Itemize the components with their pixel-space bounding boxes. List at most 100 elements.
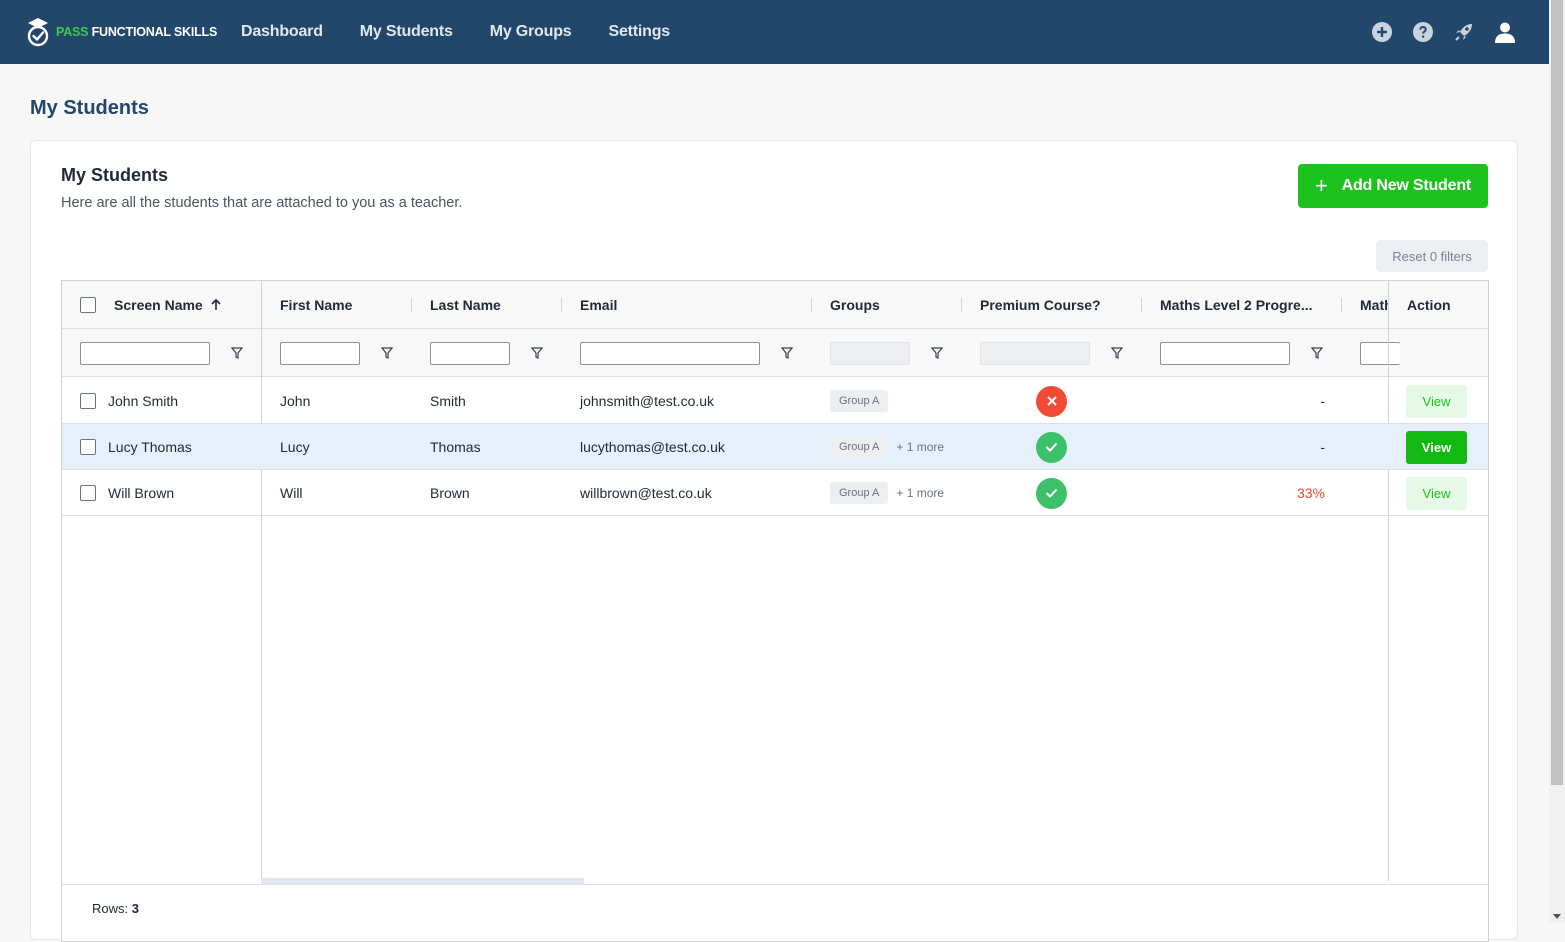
column-separator[interactable] [561, 298, 562, 312]
column-separator[interactable] [411, 298, 412, 312]
filter-icon[interactable] [931, 346, 943, 360]
cell-groups: Group A + 1 more [830, 470, 944, 516]
group-badge: Group A [830, 436, 889, 458]
header-screen-name-label: Screen Name [114, 297, 203, 313]
sort-ascending-icon [211, 299, 221, 310]
cell-premium [1036, 470, 1067, 516]
nav-icon-group [1355, 18, 1519, 46]
view-button[interactable]: View [1406, 430, 1467, 464]
filter-icon[interactable] [781, 346, 793, 360]
cell-first-name: Will [280, 485, 303, 501]
cell-last-name: Smith [430, 393, 466, 409]
check-icon [1036, 477, 1067, 509]
filter-groups-input [830, 342, 910, 365]
top-navbar: PASS FUNCTIONAL SKILLS Dashboard My Stud… [0, 0, 1549, 64]
row-checkbox[interactable] [80, 378, 96, 424]
rocket-icon[interactable] [1450, 18, 1478, 46]
scrollbar-thumb[interactable] [1551, 0, 1563, 785]
cell-last-name: Brown [430, 485, 470, 501]
progress-value: 33% [1296, 485, 1325, 501]
cell-first-name: Lucy [280, 439, 310, 455]
filter-screen-name-input[interactable] [80, 342, 210, 365]
filter-maths-input[interactable] [1360, 342, 1400, 365]
cell-first-name: John [280, 393, 311, 409]
filter-last-name-input[interactable] [430, 342, 510, 365]
add-new-student-button[interactable]: + Add New Student [1298, 164, 1488, 208]
cell-groups: Group A [830, 378, 889, 424]
view-button[interactable]: View [1406, 476, 1467, 510]
filter-icon[interactable] [1111, 346, 1123, 360]
nav-settings[interactable]: Settings [608, 23, 670, 41]
more-groups-link[interactable]: + 1 more [896, 440, 944, 454]
main-nav: Dashboard My Students My Groups Settings [241, 0, 707, 64]
cell-groups: Group A + 1 more [830, 424, 944, 470]
select-all-checkbox[interactable] [80, 281, 96, 329]
filter-email-input[interactable] [580, 342, 760, 365]
cell-action: View [1406, 424, 1467, 470]
column-separator[interactable] [811, 298, 812, 312]
user-icon[interactable] [1491, 18, 1519, 46]
row-count-label: Rows: [92, 901, 129, 916]
row-checkbox[interactable] [80, 424, 96, 470]
column-separator[interactable] [1141, 298, 1142, 312]
pinned-right-divider [1388, 281, 1389, 881]
header-maths-level-2-progress[interactable]: Maths Level 2 Progre... [1160, 281, 1313, 329]
header-premium-course[interactable]: Premium Course? [980, 281, 1101, 329]
page-scrollbar[interactable] [1549, 0, 1565, 923]
header-first-name[interactable]: First Name [280, 281, 352, 329]
cross-icon [1036, 385, 1067, 417]
filter-progress-input[interactable] [1160, 342, 1290, 365]
column-separator[interactable] [961, 298, 962, 312]
header-last-name[interactable]: Last Name [430, 281, 501, 329]
cell-progress: - [1160, 378, 1325, 424]
group-badge: Group A [830, 390, 889, 412]
filter-icon[interactable] [381, 346, 393, 360]
table-row[interactable]: Will Brown Will Brown willbrown@test.co.… [62, 470, 1488, 516]
brand-logo[interactable]: PASS FUNCTIONAL SKILLS [26, 16, 217, 48]
table-row[interactable]: Lucy Thomas Lucy Thomas lucythomas@test.… [62, 424, 1488, 470]
reset-filters-button[interactable]: Reset 0 filters [1376, 240, 1488, 272]
scroll-down-arrow-icon[interactable] [1553, 914, 1561, 919]
header-groups[interactable]: Groups [830, 281, 880, 329]
filter-icon[interactable] [531, 346, 543, 360]
cell-screen-name: Will Brown [108, 485, 175, 501]
nav-my-students[interactable]: My Students [360, 23, 453, 41]
check-icon [1036, 431, 1067, 463]
progress-value: - [1320, 439, 1325, 455]
card-subtitle: Here are all the students that are attac… [61, 195, 463, 211]
grid-header: Screen Name First Name Last Name Email G… [62, 281, 1488, 329]
cell-progress: - [1160, 424, 1325, 470]
filter-premium-input [980, 342, 1090, 365]
plus-icon: + [1314, 173, 1328, 198]
row-checkbox[interactable] [80, 470, 96, 516]
nav-my-groups[interactable]: My Groups [490, 23, 572, 41]
cell-progress: 33% [1160, 470, 1325, 516]
header-screen-name[interactable]: Screen Name [114, 281, 221, 329]
cell-last-name: Thomas [430, 439, 481, 455]
cell-screen-name: Lucy Thomas [108, 439, 192, 455]
view-button[interactable]: View [1406, 384, 1467, 418]
table-row[interactable]: John Smith John Smith johnsmith@test.co.… [62, 378, 1488, 424]
row-count: Rows: 3 [92, 901, 139, 916]
nav-dashboard[interactable]: Dashboard [241, 23, 323, 41]
plus-circle-icon[interactable] [1368, 18, 1396, 46]
filter-icon[interactable] [1311, 346, 1323, 360]
header-maths-truncated[interactable]: Math [1360, 281, 1388, 329]
page-title: My Students [30, 97, 149, 119]
cell-email: johnsmith@test.co.uk [580, 393, 715, 409]
row-count-value: 3 [131, 901, 139, 916]
filter-icon[interactable] [231, 346, 243, 360]
cell-screen-name: John Smith [108, 393, 179, 409]
add-new-student-label: Add New Student [1341, 177, 1472, 194]
grid-filter-row [62, 329, 1488, 377]
cell-email: lucythomas@test.co.uk [580, 439, 725, 455]
more-groups-link[interactable]: + 1 more [896, 486, 944, 500]
filter-first-name-input[interactable] [280, 342, 360, 365]
header-email[interactable]: Email [580, 281, 617, 329]
students-grid: Screen Name First Name Last Name Email G… [61, 280, 1489, 942]
help-circle-icon[interactable] [1409, 18, 1437, 46]
header-action: Action [1407, 297, 1451, 313]
cell-premium [1036, 378, 1067, 424]
column-separator[interactable] [1341, 298, 1342, 312]
card-title: My Students [61, 165, 169, 185]
